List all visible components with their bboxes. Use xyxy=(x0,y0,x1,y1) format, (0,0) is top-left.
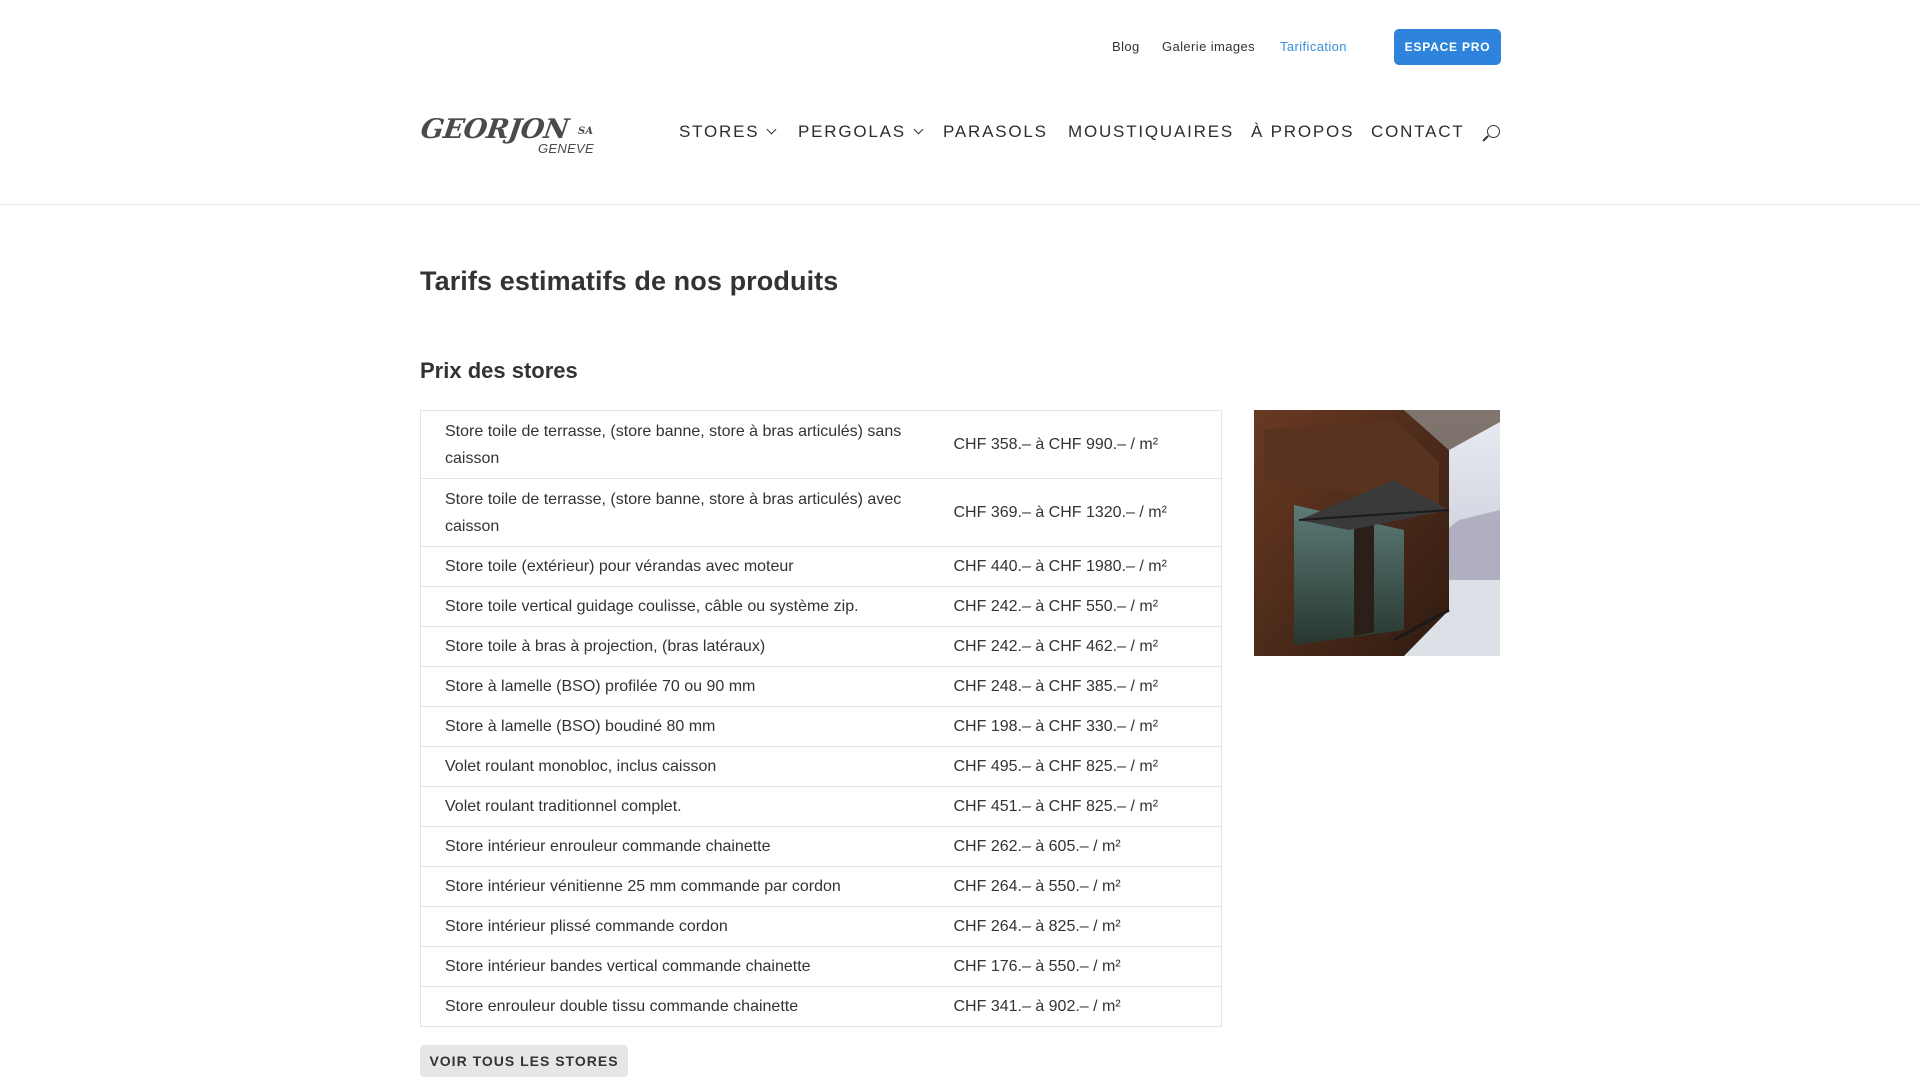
table-row: Store enrouleur double tissu commande ch… xyxy=(420,986,1222,1027)
header-divider xyxy=(0,204,1920,205)
product-cell: Store toile (extérieur) pour vérandas av… xyxy=(420,546,954,587)
logo-subtitle: GENEVE xyxy=(538,141,594,156)
topbar-link-tarification[interactable]: Tarification xyxy=(1280,39,1347,54)
price-cell: CHF 341.– à 902.– / m² xyxy=(953,986,1222,1027)
product-cell: Store toile à bras à projection, (bras l… xyxy=(420,626,954,667)
product-cell: Store toile de terrasse, (store banne, s… xyxy=(445,422,902,467)
topbar-link-blog[interactable]: Blog xyxy=(1112,39,1140,54)
nav-item-label: MOUSTIQUAIRES xyxy=(1068,122,1235,141)
price-cell: CHF 264.– à 825.– / m² xyxy=(953,906,1222,947)
product-cell: Volet roulant traditionnel complet. xyxy=(420,786,954,827)
price-cell: CHF 176.– à 550.– / m² xyxy=(953,946,1222,987)
product-cell: Store toile vertical guidage coulisse, c… xyxy=(420,586,954,627)
nav-item-pergolas[interactable]: PERGOLAS xyxy=(798,122,924,142)
nav-item-label: CONTACT xyxy=(1371,122,1465,141)
product-cell: Store enrouleur double tissu commande ch… xyxy=(420,986,954,1027)
price-cell: CHF 495.– à CHF 825.– / m² xyxy=(953,746,1222,787)
nav-item-label: PERGOLAS xyxy=(798,122,906,141)
product-cell: Store intérieur plissé commande cordon xyxy=(420,906,954,947)
price-table: Store toile de terrasse, (store banne, s… xyxy=(420,410,1222,1027)
nav-item-a-propos[interactable]: À PROPOS xyxy=(1251,122,1354,142)
espace-pro-button[interactable]: ESPACE PRO xyxy=(1394,29,1501,65)
section-title: Prix des stores xyxy=(420,358,578,383)
table-row: Store toile de terrasse, (store banne, s… xyxy=(421,411,1222,479)
product-cell: Store intérieur vénitienne 25 mm command… xyxy=(420,866,954,907)
table-row: Store à lamelle (BSO) profilée 70 ou 90 … xyxy=(420,666,1222,707)
price-cell: CHF 262.– à 605.– / m² xyxy=(953,826,1222,867)
price-cell: CHF 264.– à 550.– / m² xyxy=(953,866,1222,907)
table-row: Store intérieur bandes vertical commande… xyxy=(420,946,1222,987)
table-row: Store toile à bras à projection, (bras l… xyxy=(420,626,1222,667)
price-cell: CHF 242.– à CHF 550.– / m² xyxy=(953,586,1222,627)
product-cell: Store toile de terrasse, (store banne, s… xyxy=(420,478,954,547)
price-cell: CHF 440.– à CHF 1980.– / m² xyxy=(953,546,1222,587)
top-bar: Blog Galerie images Tarification ESPACE … xyxy=(0,29,1920,65)
table-row: Store à lamelle (BSO) boudiné 80 mm CHF … xyxy=(420,706,1222,747)
price-cell: CHF 369.– à CHF 1320.– / m² xyxy=(953,478,1222,547)
nav-item-label: PARASOLS xyxy=(943,122,1048,141)
table-row: Store toile vertical guidage coulisse, c… xyxy=(420,586,1222,627)
nav-item-contact[interactable]: CONTACT xyxy=(1371,122,1465,142)
table-row: Store intérieur vénitienne 25 mm command… xyxy=(420,866,1222,907)
search-icon[interactable] xyxy=(1482,125,1501,145)
store-product-photo xyxy=(1254,410,1500,656)
product-cell: Volet roulant monobloc, inclus caisson xyxy=(420,746,954,787)
table-row: Volet roulant traditionnel complet. CHF … xyxy=(420,786,1222,827)
nav-item-label: À PROPOS xyxy=(1251,122,1355,141)
price-cell: CHF 198.– à CHF 330.– / m² xyxy=(953,706,1222,747)
price-cell: CHF 242.– à CHF 462.– / m² xyxy=(953,626,1222,667)
chevron-down-icon xyxy=(913,124,924,135)
topbar-link-galerie[interactable]: Galerie images xyxy=(1162,39,1255,54)
product-cell: Store intérieur enrouleur commande chain… xyxy=(420,826,954,867)
logo-suffix: SA xyxy=(578,126,593,137)
product-cell: Store à lamelle (BSO) boudiné 80 mm xyxy=(420,706,954,747)
product-cell: Store à lamelle (BSO) profilée 70 ou 90 … xyxy=(420,666,954,707)
table-row: Store intérieur enrouleur commande chain… xyxy=(420,826,1222,867)
table-row: Volet roulant monobloc, inclus caisson C… xyxy=(420,746,1222,787)
nav-item-label: STORES xyxy=(679,122,760,141)
page-title: Tarifs estimatifs de nos produits xyxy=(420,266,839,296)
table-row: Store intérieur plissé commande cordon C… xyxy=(420,906,1222,947)
table-row: Store toile de terrasse, (store banne, s… xyxy=(420,478,1222,547)
price-cell: CHF 451.– à CHF 825.– / m² xyxy=(953,786,1222,827)
nav-item-moustiquaires[interactable]: MOUSTIQUAIRES xyxy=(1068,122,1234,142)
chevron-down-icon xyxy=(766,124,777,135)
price-cell: CHF 248.– à CHF 385.– / m² xyxy=(953,666,1222,707)
product-cell: Store intérieur bandes vertical commande… xyxy=(420,946,954,987)
nav-item-parasols[interactable]: PARASOLS xyxy=(943,122,1048,142)
table-row: Store toile (extérieur) pour vérandas av… xyxy=(420,546,1222,587)
nav-item-stores[interactable]: STORES xyxy=(679,122,777,142)
price-cell: CHF 358.– à CHF 990.– / m² xyxy=(953,436,1159,453)
voir-tous-les-stores-button[interactable]: VOIR TOUS LES STORES xyxy=(420,1045,628,1077)
logo[interactable]: GEORJON SA GENEVE xyxy=(419,114,597,158)
